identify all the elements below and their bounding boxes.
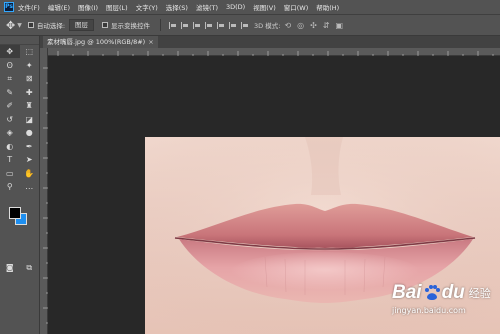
chevron-down-icon[interactable]: ▼ (17, 22, 22, 29)
panel-grip[interactable] (0, 36, 39, 45)
divider (160, 19, 162, 31)
distribute-icon[interactable] (241, 21, 249, 29)
watermark-brand-right: du (441, 282, 465, 303)
align-controls (169, 21, 249, 29)
document-tab-bar: 素材嘴唇.jpg @ 100%(RGB/8#) × (40, 36, 500, 48)
quick-mask-icon[interactable]: ◙ (0, 261, 20, 274)
marquee-icon[interactable]: ⬚ (20, 45, 40, 58)
crop-icon[interactable]: ⌗ (0, 72, 20, 85)
show-transform-label: 显示变换控件 (111, 22, 151, 30)
watermark-brand-cn: 经验 (468, 287, 491, 300)
magic-wand-icon[interactable]: ✦ (20, 59, 40, 72)
menu-type[interactable]: 文字(Y) (136, 2, 158, 12)
menu-file[interactable]: 文件(F) (18, 2, 40, 12)
3d-pan-icon[interactable]: ✣ (310, 21, 317, 30)
vertical-ruler[interactable] (40, 48, 48, 334)
menu-filter[interactable]: 滤镜(T) (196, 2, 218, 12)
frame-icon[interactable]: ⊠ (20, 72, 40, 85)
3d-mode-controls: ⟲ ◎ ✣ ⇵ ▣ (284, 21, 343, 30)
baidu-jingyan-watermark: Bai du 经验 jingyan.baidu.com (392, 282, 500, 334)
type-icon[interactable]: T (0, 153, 20, 166)
zoom-icon[interactable]: ⚲ (0, 180, 20, 193)
3d-orbit-icon[interactable]: ⟲ (284, 21, 291, 30)
foreground-color-swatch[interactable] (9, 207, 21, 219)
auto-select-checkbox[interactable] (27, 22, 34, 28)
blur-icon[interactable]: ● (20, 126, 40, 139)
brush-icon[interactable]: ✐ (0, 99, 20, 112)
show-transform-checkbox[interactable] (102, 22, 109, 28)
eraser-icon[interactable]: ◪ (20, 113, 40, 126)
bucket-icon[interactable]: ◈ (0, 126, 20, 139)
path-select-icon[interactable]: ➤ (20, 153, 40, 166)
move-tool-preset-icon[interactable]: ✥ (6, 19, 15, 32)
watermark-brand-left: Bai (392, 282, 422, 303)
lasso-icon[interactable]: ʘ (0, 59, 20, 72)
3d-roll-icon[interactable]: ◎ (297, 21, 304, 30)
auto-select-dropdown[interactable]: 图层 (69, 19, 95, 31)
menu-image[interactable]: 图像(I) (78, 2, 98, 12)
menu-view[interactable]: 视图(V) (253, 2, 276, 12)
align-left-icon[interactable] (169, 21, 177, 29)
rectangle-icon[interactable]: ▭ (0, 167, 20, 180)
auto-select-label: 自动选择: (36, 22, 66, 30)
options-bar: ✥ ▼ 自动选择: 图层 显示变换控件 3D 模式: ⟲ ◎ ✣ ⇵ ▣ (0, 14, 500, 36)
align-center-icon[interactable] (181, 21, 189, 29)
3d-mode-label: 3D 模式: (254, 22, 281, 30)
menu-bar: Ps 文件(F) 编辑(E) 图像(I) 图层(L) 文字(Y) 选择(S) 滤… (0, 0, 500, 14)
screen-mode-icon[interactable]: ⧉ (20, 261, 40, 274)
menu-window[interactable]: 窗口(W) (284, 2, 309, 12)
more-icon[interactable]: … (20, 180, 40, 193)
menu-help[interactable]: 帮助(H) (316, 2, 339, 12)
align-bottom-icon[interactable] (229, 21, 237, 29)
healing-icon[interactable]: ✚ (20, 86, 40, 99)
move-icon[interactable]: ✥ (0, 45, 20, 59)
menu-3d[interactable]: 3D(D) (226, 3, 245, 11)
dodge-icon[interactable]: ◐ (0, 140, 20, 153)
align-right-icon[interactable] (193, 21, 201, 29)
menu-edit[interactable]: 编辑(E) (48, 2, 70, 12)
eyedropper-icon[interactable]: ✎ (0, 86, 20, 99)
tools-panel: ✥ ⬚ ʘ ✦ ⌗ ⊠ ✎ ✚ ✐ ♜ ↺ ◪ ◈ ● ◐ ✒ T ➤ ▭ ✋ ⚲… ◙ ⧉ (0, 36, 40, 334)
menu-select[interactable]: 选择(S) (166, 2, 188, 12)
menu-layer[interactable]: 图层(L) (106, 2, 128, 12)
close-icon[interactable]: × (148, 38, 153, 46)
photoshop-logo-icon: Ps (4, 2, 14, 12)
align-top-icon[interactable] (205, 21, 213, 29)
pen-icon[interactable]: ✒ (20, 140, 40, 153)
paw-icon (424, 285, 440, 300)
3d-slide-icon[interactable]: ⇵ (323, 21, 330, 30)
hand-icon[interactable]: ✋ (20, 167, 40, 180)
stamp-icon[interactable]: ♜ (20, 99, 40, 112)
document-tab[interactable]: 素材嘴唇.jpg @ 100%(RGB/8#) × (43, 36, 158, 48)
align-middle-icon[interactable] (217, 21, 225, 29)
horizontal-ruler[interactable] (48, 48, 500, 56)
history-brush-icon[interactable]: ↺ (0, 113, 20, 126)
watermark-url: jingyan.baidu.com (392, 306, 466, 315)
3d-scale-icon[interactable]: ▣ (336, 21, 344, 30)
document-tab-title: 素材嘴唇.jpg @ 100%(RGB/8#) (47, 38, 146, 46)
